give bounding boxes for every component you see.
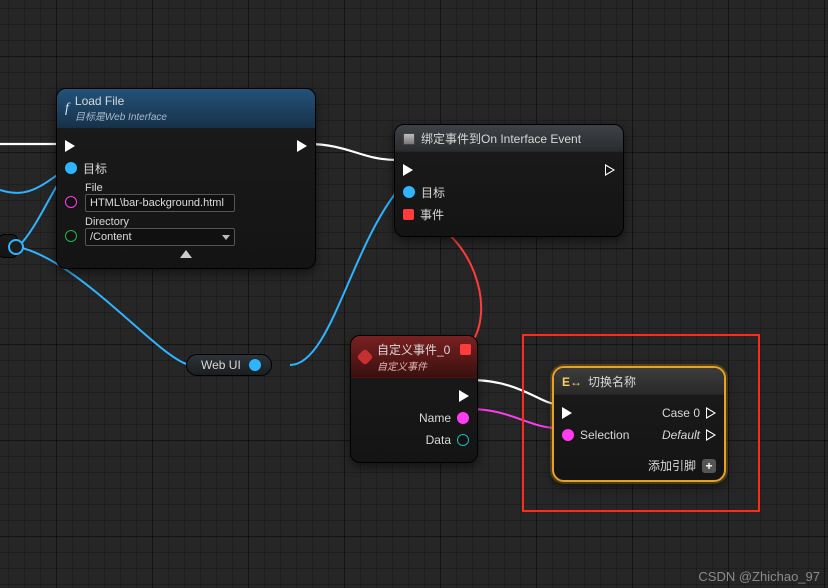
node-title: f Load File 目标是Web Interface xyxy=(57,89,315,128)
file-label: File xyxy=(85,182,235,194)
watermark: CSDN @Zhichao_97 xyxy=(698,569,820,584)
exec-out-pin[interactable] xyxy=(605,164,615,176)
subtitle-text: 目标是Web Interface xyxy=(75,108,167,123)
node-bind-event[interactable]: 绑定事件到On Interface Event 目标 事件 xyxy=(394,124,624,237)
event-pin[interactable] xyxy=(403,209,414,220)
node-custom-event[interactable]: 自定义事件_0 自定义事件 Name Data xyxy=(350,335,478,463)
exec-out-pin[interactable] xyxy=(297,140,307,152)
reroute-knot[interactable] xyxy=(8,239,24,255)
title-text: Load File xyxy=(75,94,167,108)
directory-value: /Content xyxy=(90,231,132,243)
expand-icon[interactable] xyxy=(180,250,192,258)
exec-in-pin[interactable] xyxy=(65,140,75,152)
node-title: 自定义事件_0 自定义事件 xyxy=(351,336,477,378)
target-pin[interactable] xyxy=(65,162,77,174)
event-binder-icon xyxy=(403,133,415,145)
directory-label: Directory xyxy=(85,216,235,228)
file-pin[interactable] xyxy=(65,196,77,208)
data-label: Data xyxy=(426,433,451,447)
exec-in-pin[interactable] xyxy=(403,164,413,176)
node-load-file[interactable]: f Load File 目标是Web Interface 目标 File Dir… xyxy=(56,88,316,269)
function-icon: f xyxy=(65,101,69,117)
node-title: 绑定事件到On Interface Event xyxy=(395,125,623,152)
file-input[interactable] xyxy=(85,194,235,212)
variable-out-pin[interactable] xyxy=(249,359,261,371)
directory-dropdown[interactable]: /Content xyxy=(85,228,235,246)
custom-event-icon xyxy=(357,349,374,366)
event-label: 事件 xyxy=(420,206,444,223)
target-label: 目标 xyxy=(421,184,445,201)
title-text: 自定义事件_0 xyxy=(377,341,450,358)
name-label: Name xyxy=(419,411,451,425)
chevron-down-icon xyxy=(222,235,230,240)
selection-rectangle xyxy=(522,334,760,512)
target-pin[interactable] xyxy=(403,186,415,198)
exec-out-pin[interactable] xyxy=(459,390,469,402)
data-out-pin[interactable] xyxy=(457,434,469,446)
target-label: 目标 xyxy=(83,160,107,177)
name-out-pin[interactable] xyxy=(457,412,469,424)
directory-pin[interactable] xyxy=(65,230,77,242)
variable-web-ui[interactable]: Web UI xyxy=(186,354,272,376)
subtitle-text: 自定义事件 xyxy=(377,358,450,373)
variable-label: Web UI xyxy=(201,358,241,372)
delegate-out-pin[interactable] xyxy=(460,344,471,355)
title-text: 绑定事件到On Interface Event xyxy=(421,130,581,147)
